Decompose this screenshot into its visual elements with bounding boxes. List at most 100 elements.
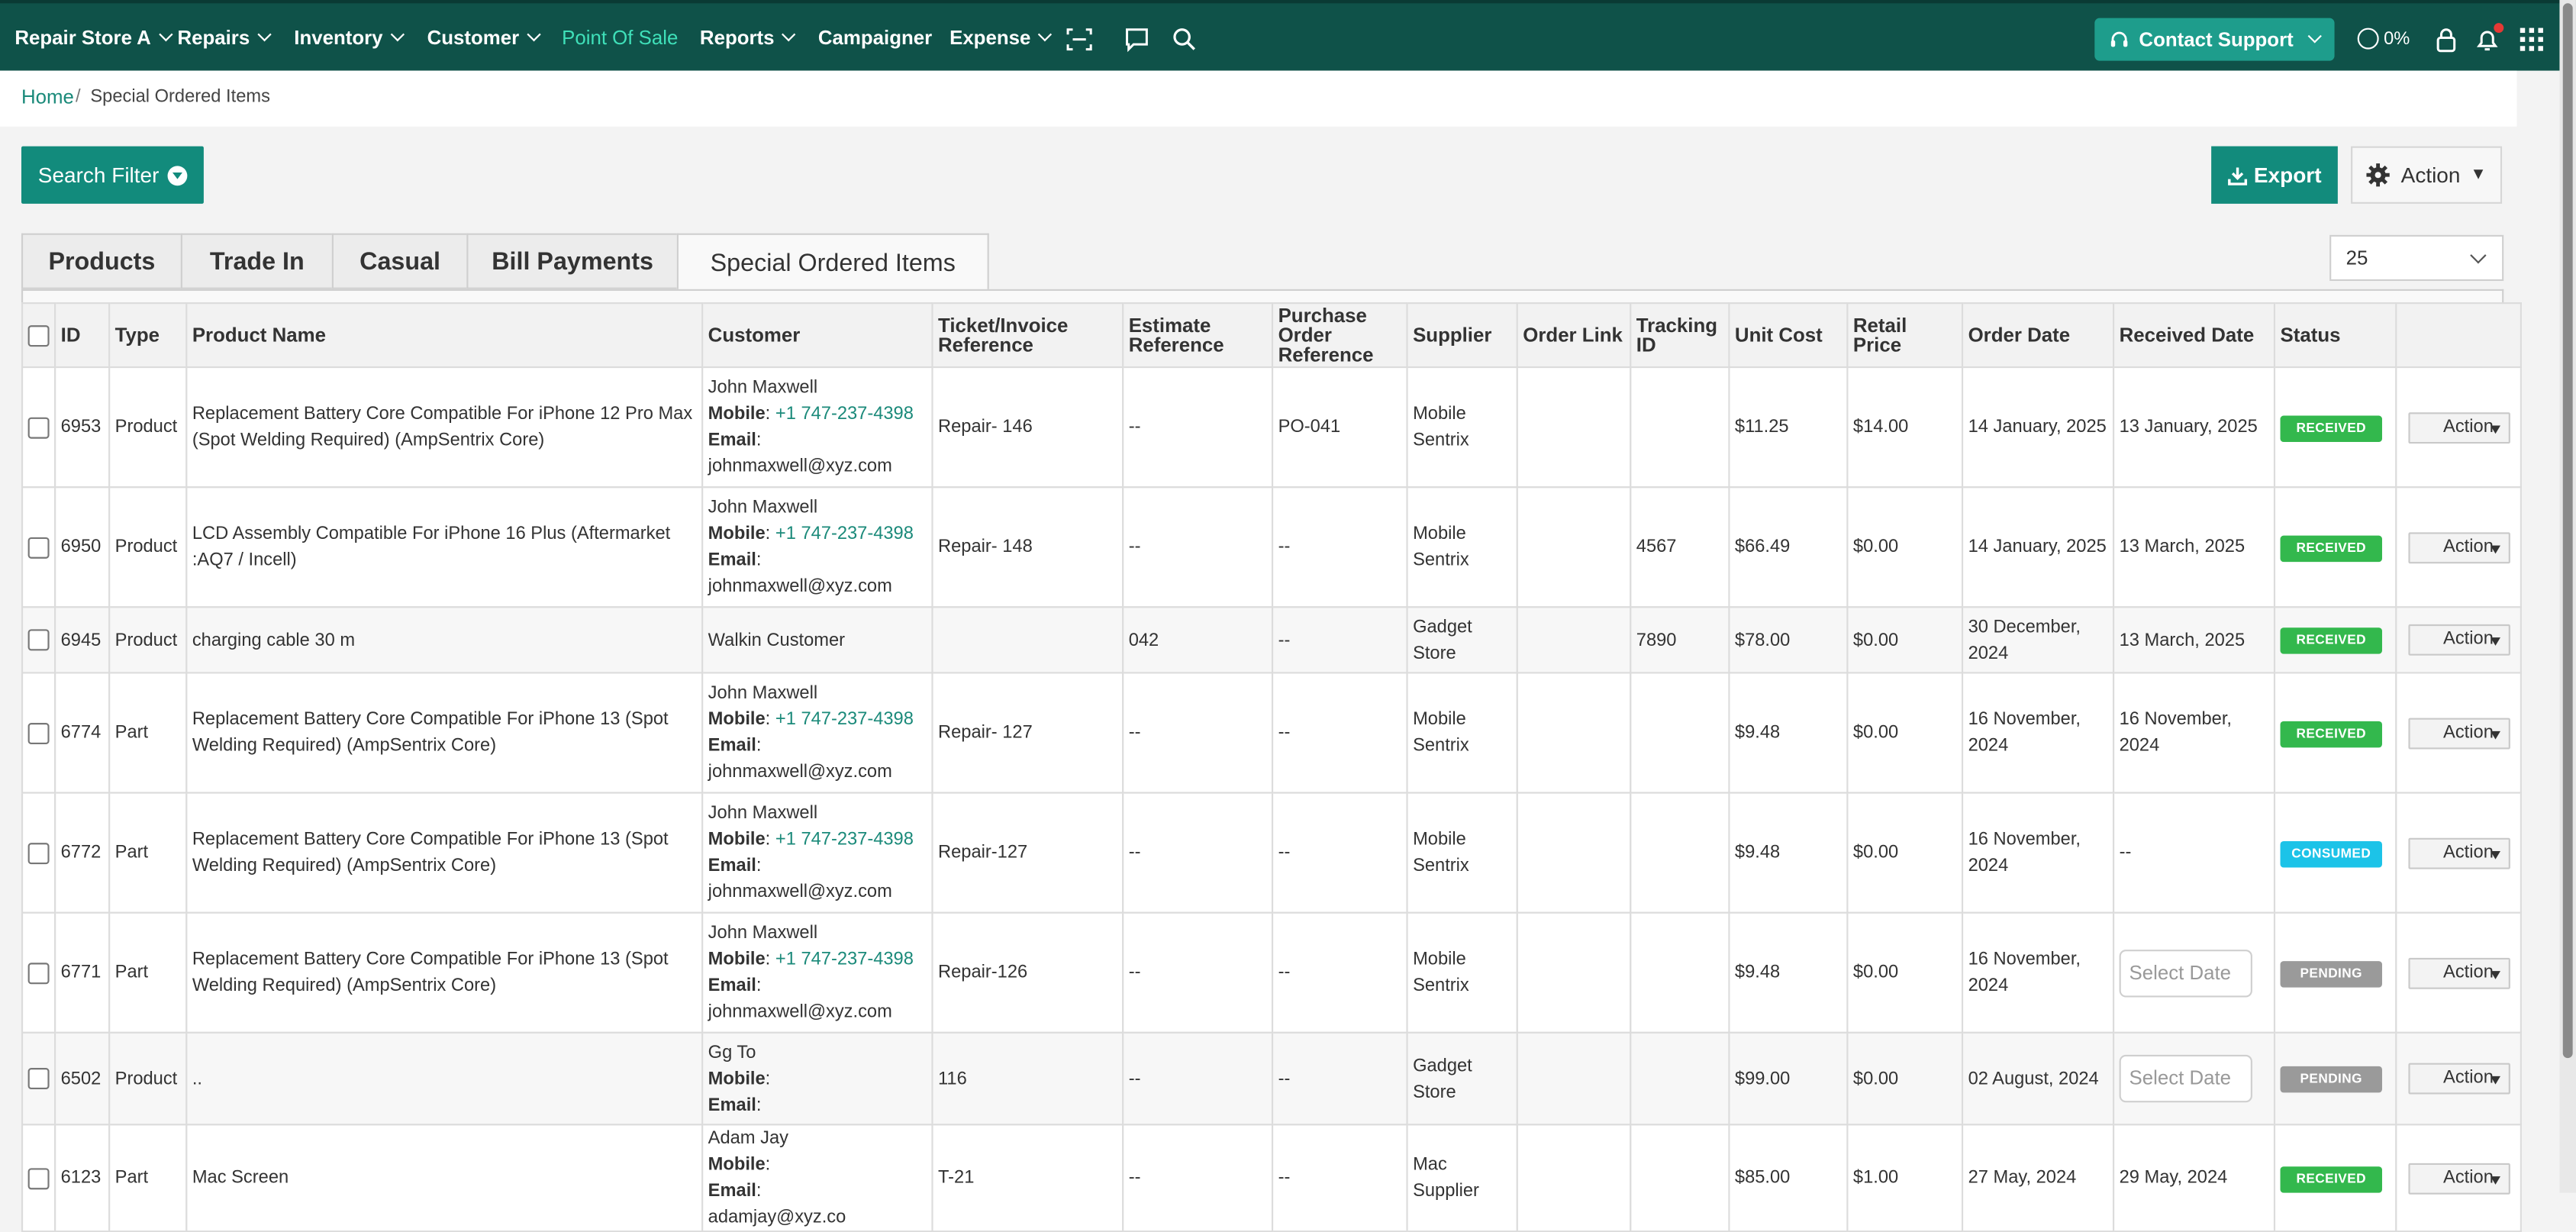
tab-trade-in[interactable]: Trade In [180, 233, 332, 289]
retail-price-cell: $0.00 [1846, 1031, 1964, 1126]
tracking-id-cell [1630, 792, 1730, 914]
received-date-cell: 29 May, 2024 [2112, 1124, 2276, 1232]
type-cell: Part [108, 792, 188, 914]
nav-expense[interactable]: Expense [949, 26, 1053, 50]
ticket-reference-cell [931, 606, 1124, 674]
apps-grid-icon[interactable] [2519, 26, 2545, 52]
nav-store-selector[interactable]: Repair Store A [15, 26, 173, 50]
row-checkbox[interactable] [27, 629, 50, 651]
status-cell: RECEIVED [2273, 486, 2397, 608]
supplier-cell: Mobile Sentrix [1406, 792, 1518, 914]
email-label: Email [708, 976, 756, 996]
status-badge: PENDING [2280, 1066, 2382, 1093]
estimate-reference-cell: -- [1122, 911, 1274, 1034]
unit-cost-cell: $99.00 [1728, 1031, 1849, 1126]
nav-repairs[interactable]: Repairs [177, 26, 272, 50]
nav-campaigner[interactable]: Campaigner [818, 26, 932, 49]
row-action-button[interactable]: Action [2407, 837, 2510, 869]
received-date: -- [2119, 843, 2132, 863]
row-action-button[interactable]: Action [2407, 956, 2510, 989]
row-checkbox[interactable] [27, 1167, 50, 1189]
tab-bill-payments[interactable]: Bill Payments [466, 233, 677, 289]
nav-customer[interactable]: Customer [427, 26, 541, 50]
status-badge: RECEIVED [2280, 720, 2382, 747]
customer-phone-link[interactable]: +1 747-237-4398 [775, 524, 914, 544]
customer-email-label: Email: [708, 856, 762, 876]
mobile-label: Mobile [708, 709, 766, 730]
export-button[interactable]: Export [2211, 146, 2338, 204]
row-select-cell [21, 1124, 56, 1232]
customer-phone-link[interactable]: +1 747-237-4398 [775, 710, 914, 730]
row-checkbox[interactable] [27, 536, 50, 558]
product-name-cell: Replacement Battery Core Compatible For … [185, 672, 704, 794]
customer-mobile: Mobile: +1 747-237-4398 [708, 950, 914, 969]
column-header: Status [2273, 302, 2397, 369]
row-action-button[interactable]: Action [2407, 624, 2510, 656]
row-checkbox[interactable] [27, 962, 50, 984]
row-select-cell [21, 366, 56, 489]
column-header: Tracking ID [1630, 302, 1730, 369]
status-cell: RECEIVED [2273, 366, 2397, 489]
row-action-button[interactable]: Action [2407, 1063, 2510, 1095]
received-date-picker[interactable]: Select Date [2119, 949, 2252, 997]
status-cell: RECEIVED [2273, 1124, 2397, 1232]
order-link-cell [1516, 911, 1632, 1034]
customer-phone-link[interactable]: +1 747-237-4398 [775, 830, 914, 850]
received-date: 13 March, 2025 [2119, 537, 2246, 557]
id-cell: 6774 [54, 672, 111, 794]
top-navbar: Repair Store A Repairs Inventory Custome… [0, 0, 2576, 71]
scrollbar-thumb[interactable] [2562, 3, 2573, 1059]
tab-products[interactable]: Products [21, 233, 181, 289]
customer-email-label: Email: [708, 736, 762, 756]
lock-icon[interactable] [2433, 26, 2459, 53]
customer-phone-link[interactable]: +1 747-237-4398 [775, 404, 914, 424]
status-cell: RECEIVED [2273, 606, 2397, 674]
bulk-action-button[interactable]: Action ▼ [2351, 146, 2503, 204]
nav-inventory[interactable]: Inventory [294, 26, 405, 50]
status-badge: RECEIVED [2280, 534, 2382, 562]
tab-special-ordered-items[interactable]: Special Ordered Items [676, 233, 989, 291]
page-size-select[interactable]: 25 [2329, 234, 2504, 282]
vertical-scrollbar[interactable] [2559, 0, 2576, 1193]
progress-indicator[interactable]: 0% [2357, 27, 2410, 50]
po-reference-cell: -- [1271, 672, 1408, 794]
tracking-id-cell [1630, 1031, 1730, 1126]
customer-cell: John Maxwell Mobile: +1 747-237-4398 Email… [701, 911, 933, 1034]
row-action-button[interactable]: Action [2407, 411, 2510, 443]
row-checkbox[interactable] [27, 1068, 50, 1090]
select-all-checkbox[interactable] [27, 324, 50, 347]
contact-support-button[interactable]: Contact Support [2094, 18, 2335, 61]
order-link-cell [1516, 792, 1632, 914]
po-reference-cell: -- [1271, 1124, 1408, 1232]
special-ordered-items-table: ID Type Product Name Customer Ticket/Invoice… [21, 302, 2522, 1232]
breadcrumb-home-link[interactable]: Home [21, 85, 74, 108]
row-action-button[interactable]: Action [2407, 1162, 2510, 1194]
search-filter-button[interactable]: Search Filter [21, 146, 204, 204]
customer-phone-link[interactable]: +1 747-237-4398 [775, 950, 914, 969]
row-select-cell [21, 1031, 56, 1126]
estimate-reference-cell: 042 [1122, 606, 1274, 674]
column-header: Product Name [185, 302, 704, 369]
nav-reports[interactable]: Reports [700, 26, 797, 50]
received-date-picker[interactable]: Select Date [2119, 1054, 2252, 1103]
column-header: Received Date [2112, 302, 2276, 369]
scan-icon[interactable] [1066, 26, 1092, 52]
order-date-cell: 02 August, 2024 [1961, 1031, 2115, 1126]
product-name-cell: Replacement Battery Core Compatible For … [185, 792, 704, 914]
po-reference-cell: -- [1271, 911, 1408, 1034]
retail-price-cell: $0.00 [1846, 792, 1964, 914]
row-checkbox[interactable] [27, 842, 50, 864]
type-cell: Part [108, 672, 188, 794]
row-action-button[interactable]: Action [2407, 717, 2510, 749]
supplier-cell: Mobile Sentrix [1406, 672, 1518, 794]
row-checkbox[interactable] [27, 416, 50, 438]
row-action-button[interactable]: Action [2407, 531, 2510, 563]
table-row: 6953 Product Replacement Battery Core Comp… [21, 366, 2522, 489]
row-checkbox[interactable] [27, 722, 50, 744]
retail-price-cell: $0.00 [1846, 911, 1964, 1034]
chat-icon[interactable] [1124, 26, 1149, 53]
column-header: Unit Cost [1728, 302, 1849, 369]
tab-casual[interactable]: Casual [331, 233, 467, 289]
search-icon[interactable] [1172, 26, 1198, 52]
nav-point-of-sale[interactable]: Point Of Sale [562, 26, 678, 49]
